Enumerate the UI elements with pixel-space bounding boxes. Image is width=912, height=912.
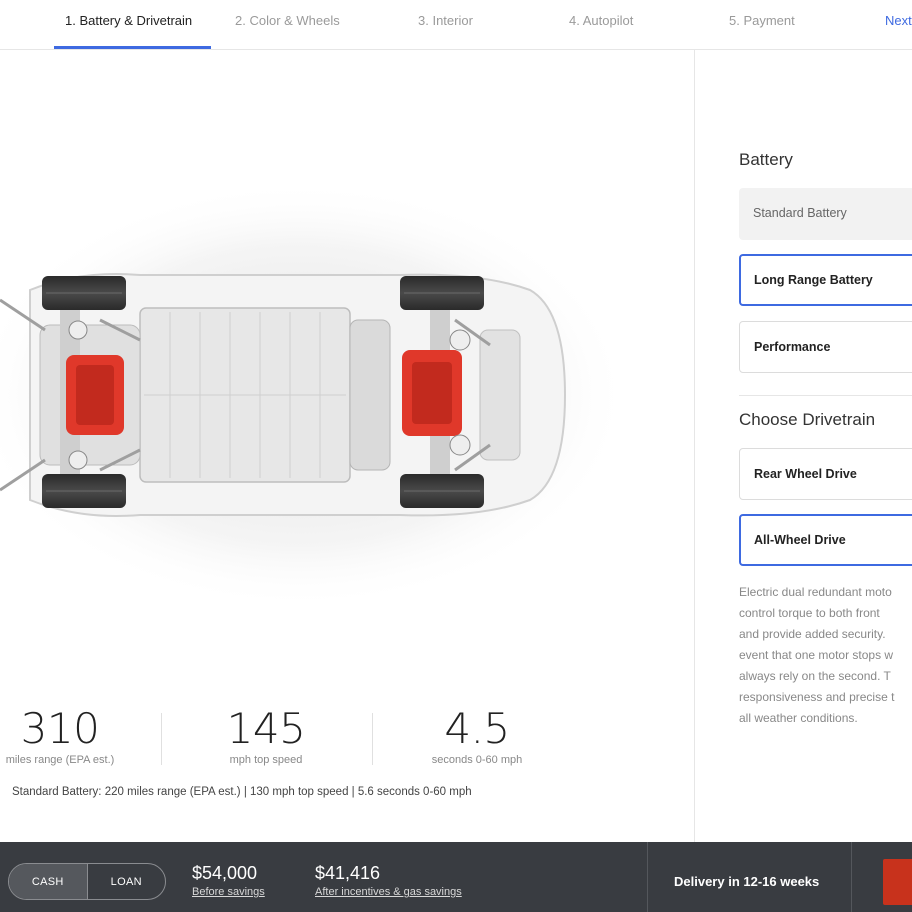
stat-divider bbox=[161, 713, 162, 765]
order-button[interactable] bbox=[883, 859, 912, 905]
configurator-step-nav: 1. Battery & Drivetrain 2. Color & Wheel… bbox=[0, 0, 912, 50]
option-standard-battery[interactable]: Standard Battery bbox=[739, 188, 912, 240]
option-rear-wheel-drive[interactable]: Rear Wheel Drive bbox=[739, 448, 912, 500]
stat-acceleration: 4.5 seconds 0-60 mph bbox=[407, 704, 547, 767]
option-label: All-Wheel Drive bbox=[754, 533, 846, 547]
summary-bar: CASH LOAN $54,000 Before savings $41,416… bbox=[0, 842, 912, 912]
stat-divider bbox=[372, 713, 373, 765]
drivetrain-description: Electric dual redundant moto control tor… bbox=[739, 582, 912, 729]
section-divider bbox=[739, 395, 912, 396]
price-after-savings: $41,416 After incentives & gas savings bbox=[315, 862, 462, 898]
description-line: and provide added security. bbox=[739, 627, 886, 641]
payment-cash-button[interactable]: CASH bbox=[9, 864, 87, 899]
step-interior[interactable]: 3. Interior bbox=[418, 13, 473, 28]
payment-loan-button[interactable]: LOAN bbox=[86, 864, 166, 899]
stat-top-speed-label: mph top speed bbox=[229, 754, 303, 766]
option-all-wheel-drive[interactable]: All-Wheel Drive bbox=[739, 514, 912, 566]
payment-type-toggle: CASH LOAN bbox=[8, 863, 166, 900]
configuration-panel: Battery Standard Battery Long Range Batt… bbox=[695, 50, 912, 842]
step-payment[interactable]: 5. Payment bbox=[729, 13, 795, 28]
description-line: all weather conditions. bbox=[739, 711, 858, 725]
description-line: event that one motor stops w bbox=[739, 648, 894, 662]
delivery-estimate: Delivery in 12-16 weeks bbox=[674, 874, 820, 889]
description-line: Electric dual redundant moto bbox=[739, 585, 892, 599]
stat-range-label: miles range (EPA est.) bbox=[5, 754, 115, 766]
step-color-wheels[interactable]: 2. Color & Wheels bbox=[235, 13, 340, 28]
step-autopilot[interactable]: 4. Autopilot bbox=[569, 13, 633, 28]
standard-battery-note: Standard Battery: 220 miles range (EPA e… bbox=[12, 786, 472, 798]
price-before-value: $54,000 bbox=[192, 863, 258, 883]
option-performance[interactable]: Performance bbox=[739, 321, 912, 373]
stat-top-speed-value: 145 bbox=[226, 704, 306, 753]
description-line: control torque to both front bbox=[739, 606, 880, 620]
drivetrain-section-title: Choose Drivetrain bbox=[739, 410, 876, 429]
after-savings-link[interactable]: After incentives & gas savings bbox=[315, 886, 462, 898]
description-line: responsiveness and precise t bbox=[739, 690, 895, 704]
bar-divider bbox=[647, 842, 648, 912]
before-savings-link[interactable]: Before savings bbox=[192, 886, 265, 898]
option-label: Standard Battery bbox=[753, 206, 847, 220]
option-label: Long Range Battery bbox=[754, 273, 873, 287]
price-before-savings: $54,000 Before savings bbox=[192, 862, 265, 898]
option-label: Rear Wheel Drive bbox=[754, 467, 857, 481]
stat-range-value: 310 bbox=[20, 704, 100, 753]
stat-top-speed: 145 mph top speed bbox=[196, 704, 336, 767]
bar-divider bbox=[851, 842, 852, 912]
description-line: always rely on the second. T bbox=[739, 669, 891, 683]
stat-range: 310 miles range (EPA est.) bbox=[0, 704, 130, 767]
stat-acceleration-label: seconds 0-60 mph bbox=[431, 754, 523, 766]
step-battery-drivetrain[interactable]: 1. Battery & Drivetrain bbox=[65, 13, 192, 28]
next-step-link[interactable]: Next bbox=[885, 13, 912, 28]
option-label: Performance bbox=[754, 340, 831, 354]
stat-acceleration-value: 4.5 bbox=[444, 704, 510, 753]
battery-section-title: Battery bbox=[739, 150, 793, 169]
option-long-range-battery[interactable]: Long Range Battery bbox=[739, 254, 912, 306]
active-step-indicator bbox=[54, 46, 211, 49]
price-after-value: $41,416 bbox=[315, 863, 381, 883]
